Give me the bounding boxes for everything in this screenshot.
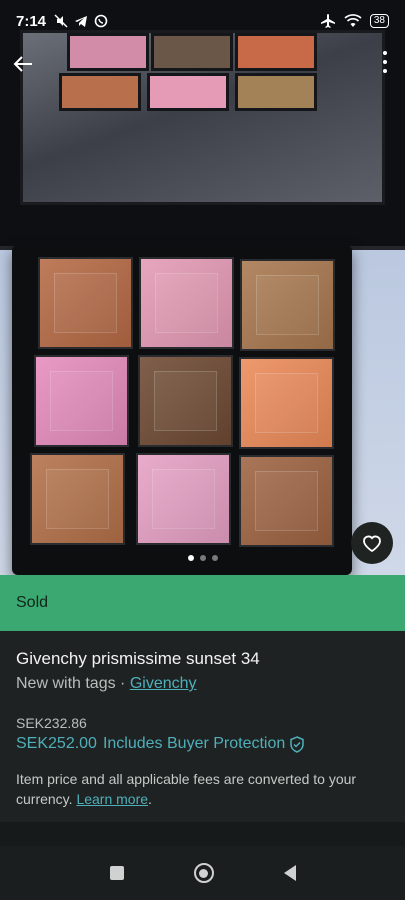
item-title: Givenchy prismissime sunset 34 <box>16 649 260 668</box>
palette-pan <box>38 257 133 349</box>
palette-pan <box>34 355 129 447</box>
buyer-protection-label: Includes Buyer Protection <box>102 735 286 752</box>
item-photo[interactable] <box>0 0 405 575</box>
brand-link[interactable]: Givenchy <box>130 675 197 692</box>
palette-pan <box>30 453 125 545</box>
clock: 7:14 <box>16 12 47 30</box>
learn-more-link[interactable]: Learn more <box>76 791 148 807</box>
listing-screen: 7:14 38 Sold Givenchy prismissime sunset… <box>0 0 405 900</box>
telegram-icon <box>75 16 88 27</box>
palette-pan <box>239 357 334 449</box>
item-details: Givenchy prismissime sunset 34 New with … <box>0 631 405 809</box>
system-icons: 38 <box>320 13 389 29</box>
mirror-pan <box>59 73 141 111</box>
pagination-dot[interactable] <box>199 555 206 561</box>
palette-pan <box>139 257 234 349</box>
item-subtitle: New with tags · Givenchy <box>16 675 389 693</box>
palette-mirror <box>20 30 385 205</box>
more-options-icon[interactable] <box>375 46 395 82</box>
buyer-protection-price[interactable]: SEK252.00 Includes Buyer Protection <box>16 735 389 753</box>
shield-check-icon <box>289 735 305 753</box>
condition-label: New with tags <box>16 675 116 692</box>
palette-pan <box>138 355 233 447</box>
palette-pan <box>240 259 335 351</box>
sold-banner: Sold <box>0 575 405 631</box>
palette-base <box>12 245 352 575</box>
home-button[interactable] <box>193 863 214 883</box>
palette-pan <box>136 453 231 545</box>
currency-note: Item price and all applicable fees are c… <box>16 769 389 809</box>
item-price: SEK232.86 <box>16 715 87 731</box>
note-end: . <box>148 791 152 807</box>
total-price: SEK252.00 <box>16 735 97 752</box>
pagination-dot[interactable] <box>187 555 194 561</box>
heart-icon <box>363 535 381 553</box>
currency-note-text: Item price and all applicable fees are c… <box>16 771 357 807</box>
status-bar: 7:14 38 <box>0 0 405 42</box>
pagination-dot[interactable] <box>211 555 218 561</box>
recents-button[interactable] <box>109 866 124 880</box>
wifi-icon <box>344 14 362 27</box>
battery-icon: 38 <box>369 14 389 28</box>
photo-pagination <box>0 548 405 566</box>
system-nav-bar <box>0 846 405 900</box>
favorite-button[interactable] <box>351 522 393 564</box>
back-arrow-icon[interactable] <box>8 46 38 82</box>
airplane-icon <box>320 14 335 28</box>
separator: · <box>115 675 130 692</box>
section-divider <box>0 822 405 846</box>
nav-back-button[interactable] <box>283 865 296 881</box>
palette-pan <box>239 455 334 547</box>
mute-icon <box>54 14 68 28</box>
mirror-pan <box>147 73 229 111</box>
viber-icon <box>94 14 108 28</box>
mirror-pan <box>235 73 317 111</box>
notification-icons <box>54 14 108 28</box>
